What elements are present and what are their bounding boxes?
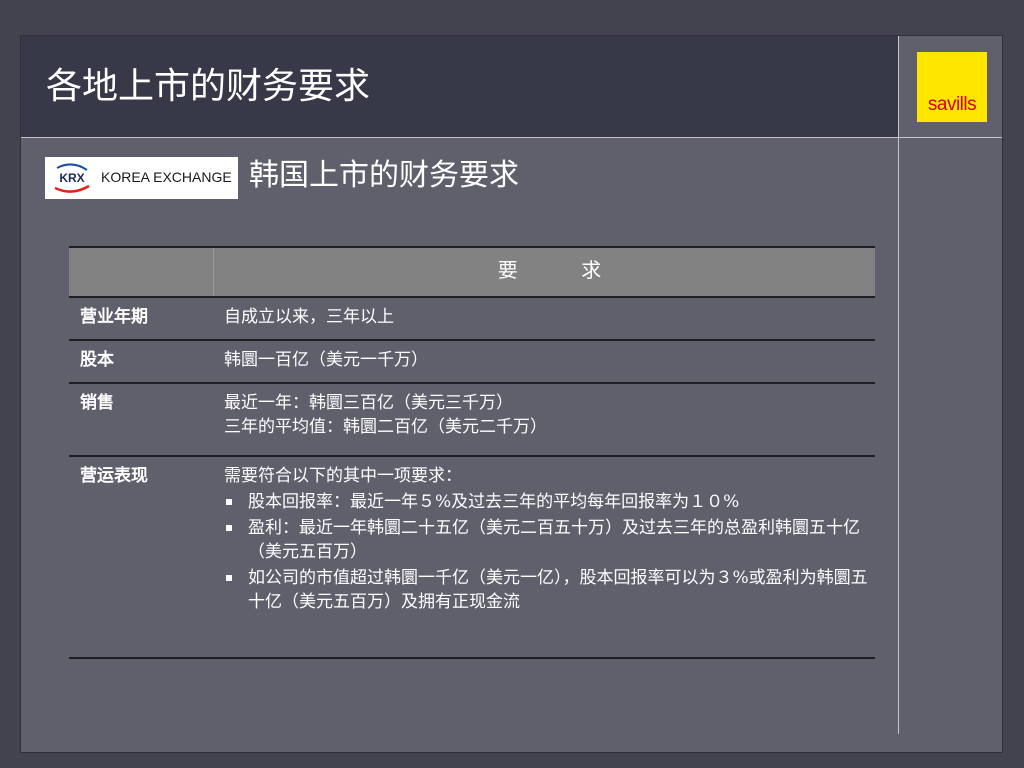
requirements-table: 要 求 营业年期 自成立以来，三年以上 股本 韩圜一百亿（美元一千万） 销售 最… — [69, 246, 875, 659]
row-label: 股本 — [80, 350, 114, 370]
row-label: 营运表现 — [80, 466, 148, 486]
list-item: 盈利：最近一年韩圜二十五亿（美元二百五十万）及过去三年的总盈利韩圜五十亿（美元五… — [224, 516, 875, 564]
list-item-text: 如公司的市值超过韩圜一千亿（美元一亿），股本回报率可以为３%或盈利为韩圜五十亿（… — [248, 568, 868, 612]
row-intro: 需要符合以下的其中一项要求： — [224, 466, 462, 486]
table-row: 营运表现 需要符合以下的其中一项要求： 股本回报率：最近一年５%及过去三年的平均… — [69, 457, 875, 659]
row-value: 最近一年：韩圜三百亿（美元三千万） 三年的平均值：韩圜二百亿（美元二千万） — [214, 384, 875, 455]
list-item: 如公司的市值超过韩圜一千亿（美元一亿），股本回报率可以为３%或盈利为韩圜五十亿（… — [224, 566, 875, 614]
bullet-list: 股本回报率：最近一年５%及过去三年的平均每年回报率为１０% 盈利：最近一年韩圜二… — [224, 490, 875, 614]
table-header-label — [69, 248, 214, 296]
section-subtitle: 韩国上市的财务要求 — [249, 158, 519, 193]
square-bullet-icon — [226, 525, 232, 531]
table-row: 销售 最近一年：韩圜三百亿（美元三千万） 三年的平均值：韩圜二百亿（美元二千万） — [69, 384, 875, 457]
krx-mark-text: KRX — [59, 171, 84, 185]
square-bullet-icon — [226, 499, 232, 505]
list-item: 股本回报率：最近一年５%及过去三年的平均每年回报率为１０% — [224, 490, 875, 514]
table-header-row: 要 求 — [69, 246, 875, 298]
row-value-line: 三年的平均值：韩圜二百亿（美元二千万） — [224, 417, 547, 437]
row-value-line: 自成立以来，三年以上 — [224, 307, 394, 327]
slide-title: 各地上市的财务要求 — [46, 66, 371, 107]
row-value: 自成立以来，三年以上 — [214, 298, 875, 339]
row-value-line: 最近一年：韩圜三百亿（美元三千万） — [224, 393, 513, 413]
row-value: 需要符合以下的其中一项要求： 股本回报率：最近一年５%及过去三年的平均每年回报率… — [214, 457, 875, 657]
krx-logo-name: KOREA EXCHANGE — [101, 169, 232, 185]
table-header-requirements: 要 求 — [497, 258, 602, 282]
side-divider — [898, 36, 899, 734]
table-row: 营业年期 自成立以来，三年以上 — [69, 298, 875, 341]
list-item-text: 股本回报率：最近一年５%及过去三年的平均每年回报率为１０% — [248, 492, 740, 512]
savills-logo: savills — [917, 52, 987, 122]
row-value-line: 韩圜一百亿（美元一千万） — [224, 350, 428, 370]
slide: 各地上市的财务要求 savills KRX KOREA EXCHANGE 韩国上… — [20, 35, 1003, 753]
krx-logo: KRX KOREA EXCHANGE — [45, 157, 238, 199]
list-item-text: 盈利：最近一年韩圜二十五亿（美元二百五十万）及过去三年的总盈利韩圜五十亿（美元五… — [248, 518, 860, 562]
savills-logo-text: savills — [927, 94, 977, 115]
title-bar: 各地上市的财务要求 — [21, 36, 898, 137]
row-label: 销售 — [80, 393, 114, 413]
title-divider — [21, 137, 1002, 138]
krx-logo-icon: KRX — [54, 163, 90, 193]
row-label: 营业年期 — [80, 307, 148, 327]
square-bullet-icon — [226, 575, 232, 581]
table-row: 股本 韩圜一百亿（美元一千万） — [69, 341, 875, 384]
row-value: 韩圜一百亿（美元一千万） — [214, 341, 875, 382]
